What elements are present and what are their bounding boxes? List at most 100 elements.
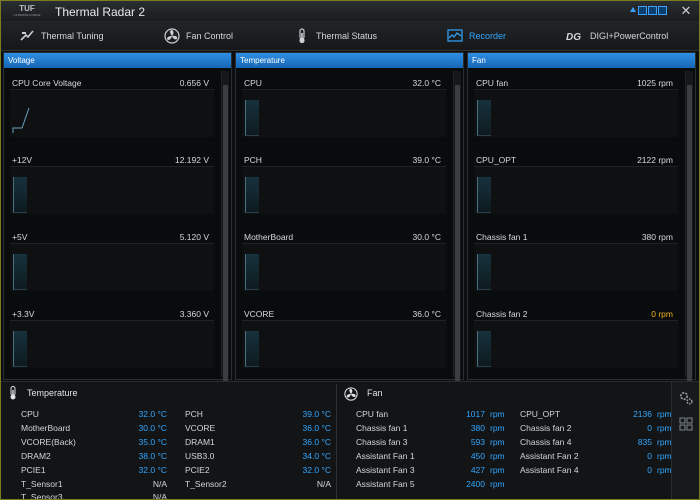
sensor-graph[interactable]: CPU_OPT 2122 rpm [468, 146, 695, 223]
sensor-value: 380 rpm [641, 232, 673, 242]
sensor-name: Chassis fan 2 [476, 309, 528, 319]
fan-panel: Fan CPU fan 1025 rpm CPU_OPT 2122 rpm Ch… [467, 52, 696, 389]
summary-fan-value: 380 [470, 423, 485, 433]
tab-digi-power-control[interactable]: DG DIGI+PowerControl [566, 21, 668, 51]
sensor-graph[interactable]: MotherBoard 30.0 °C [236, 223, 463, 300]
summary-temp-name: CPU [21, 409, 39, 419]
summary-fan-name: Assistant Fan 5 [356, 479, 415, 489]
summary-fan-value: 427 [470, 465, 485, 475]
sensor-graph[interactable]: +3.3V 3.360 V [4, 300, 231, 377]
layout-square-icon[interactable] [638, 6, 647, 15]
graph-trace [477, 331, 491, 367]
sensor-value: 32.0 °C [412, 78, 441, 88]
summary-temp-value: 34.0 °C [302, 451, 331, 461]
graph-trace [477, 177, 491, 213]
tab-label: Recorder [469, 31, 507, 41]
sensor-graph[interactable]: CPU 32.0 °C [236, 69, 463, 146]
tab-thermal-status[interactable]: Thermal Status [294, 21, 377, 51]
graph-area [474, 243, 678, 291]
panel-header: Temperature [236, 53, 463, 68]
sensor-name: CPU_OPT [476, 155, 517, 165]
close-button[interactable]: ✕ [678, 4, 694, 17]
sensor-name: MotherBoard [244, 232, 294, 242]
summary-fan-value: 1017 [466, 409, 485, 419]
sensor-value: 0.656 V [179, 78, 209, 88]
tab-label: Fan Control [186, 31, 234, 41]
summary-temperature-title: Temperature [27, 388, 78, 398]
scrollbar-thumb[interactable] [687, 85, 692, 389]
summary-fan-name: Assistant Fan 2 [520, 451, 579, 461]
sensor-graph[interactable]: +12V 12.192 V [4, 146, 231, 223]
summary-fan-name: CPU_OPT [520, 409, 561, 419]
summary-fan-unit: rpm [657, 437, 672, 447]
summary-fan-name: Assistant Fan 4 [520, 465, 579, 475]
summary-fan-value: 0 [647, 465, 652, 475]
scrollbar[interactable] [685, 71, 693, 389]
summary-temp-value: 30.0 °C [138, 423, 167, 433]
graph-area [10, 166, 214, 214]
grid-view-icon[interactable] [679, 417, 693, 431]
sensor-graph[interactable]: CPU Core Voltage 0.656 V [4, 69, 231, 146]
summary-fan-name: Assistant Fan 3 [356, 465, 415, 475]
sensor-name: +5V [12, 232, 28, 242]
summary-fan-value: 0 [647, 423, 652, 433]
sensor-graph[interactable]: PCH 39.0 °C [236, 146, 463, 223]
scrollbar-thumb[interactable] [455, 85, 460, 389]
tab-label: DIGI+PowerControl [590, 31, 669, 41]
thermometer-icon [299, 28, 305, 44]
scrollbar[interactable] [453, 71, 461, 389]
voltage-panel: Voltage CPU Core Voltage 0.656 V +12V 12… [3, 52, 232, 389]
tuf-logo: TUF ULTIMATE FORCE [7, 3, 47, 19]
summary-bar: Temperature CPU 32.0 °C PCH 39.0 °C Moth… [1, 381, 699, 499]
summary-fan-name: CPU fan [356, 409, 389, 419]
graph-trace [477, 100, 491, 136]
sensor-value: 1025 rpm [637, 78, 673, 88]
sensor-name: VCORE [244, 309, 275, 319]
tab-label: Thermal Tuning [41, 31, 104, 41]
summary-fan-name: Chassis fan 4 [520, 437, 572, 447]
sensor-graph[interactable]: Chassis fan 1 380 rpm [468, 223, 695, 300]
sensor-value: 5.120 V [179, 232, 209, 242]
sensor-graph[interactable]: +5V 5.120 V [4, 223, 231, 300]
sensor-value-warning: 0 rpm [651, 309, 673, 319]
app-window: TUF ULTIMATE FORCE Thermal Radar 2 ✕ The… [0, 0, 700, 500]
summary-fan-unit: rpm [490, 451, 505, 461]
graph-area [242, 89, 446, 137]
summary-fan-value: 450 [470, 451, 485, 461]
layout-square-icon[interactable] [658, 6, 667, 15]
tab-recorder[interactable]: Recorder [447, 21, 506, 51]
main-nav: Thermal Tuning Fan Control Thermal Statu… [1, 21, 699, 51]
scrollbar[interactable] [221, 71, 229, 389]
scrollbar-thumb[interactable] [223, 85, 228, 389]
summary-fan-name: Chassis fan 1 [356, 423, 408, 433]
summary-temp-name: PCIE2 [185, 465, 210, 475]
arrow-up-icon[interactable] [630, 6, 637, 15]
summary-temp-value: 32.0 °C [138, 465, 167, 475]
sensor-graph[interactable]: VCORE 36.0 °C [236, 300, 463, 377]
summary-temp-name: USB3.0 [185, 451, 215, 461]
window-mode-icons[interactable] [630, 6, 667, 15]
sensor-name: Chassis fan 1 [476, 232, 528, 242]
temperature-panel: Temperature CPU 32.0 °C PCH 39.0 °C Moth… [235, 52, 464, 389]
voltage-trace [12, 107, 30, 133]
summary-fan-value: 835 [637, 437, 652, 447]
summary-temp-value: N/A [152, 479, 167, 489]
graph-trace [245, 177, 259, 213]
thermometer-icon [10, 386, 16, 400]
summary-temp-value: N/A [316, 479, 331, 489]
sensor-value: 3.360 V [179, 309, 209, 319]
summary-temp-value: 36.0 °C [302, 423, 331, 433]
tab-thermal-tuning[interactable]: Thermal Tuning [19, 21, 104, 51]
sensor-graph[interactable]: Chassis fan 2 0 rpm [468, 300, 695, 377]
tab-fan-control[interactable]: Fan Control [164, 21, 233, 51]
fan-icon [344, 387, 358, 401]
sensor-graph[interactable]: CPU fan 1025 rpm [468, 69, 695, 146]
layout-square-icon[interactable] [648, 6, 657, 15]
graph-trace [245, 254, 259, 290]
summary-fan-unit: rpm [490, 465, 505, 475]
settings-gear-icon[interactable] [678, 390, 694, 406]
graph-area [474, 320, 678, 368]
summary-temp-name: PCH [185, 409, 203, 419]
app-title: Thermal Radar 2 [55, 5, 146, 19]
summary-fan-unit: rpm [657, 423, 672, 433]
